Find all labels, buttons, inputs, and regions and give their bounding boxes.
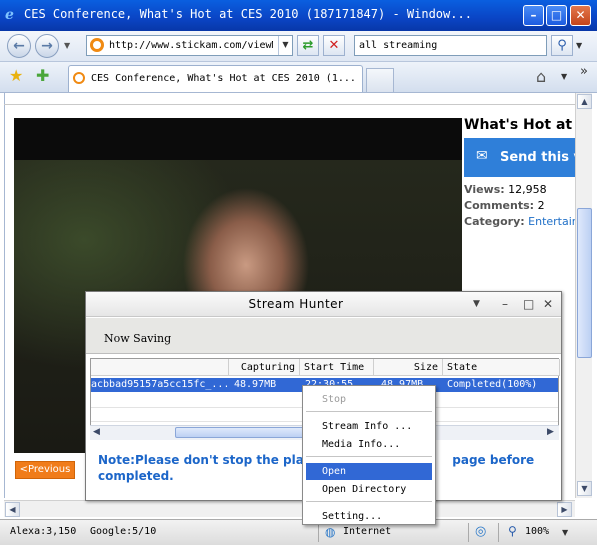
menu-item-setting[interactable]: Setting... xyxy=(306,508,432,525)
minimize-button[interactable]: – xyxy=(523,5,544,26)
sh-minimize-icon[interactable]: – xyxy=(502,297,508,311)
search-options-chevron-icon[interactable]: ▼ xyxy=(576,41,582,50)
stop-button[interactable]: ✕ xyxy=(323,35,345,56)
menu-separator xyxy=(306,501,432,502)
scroll-thumb[interactable] xyxy=(577,208,592,358)
globe-icon: ◍ xyxy=(325,525,336,539)
ie-logo-icon: e xyxy=(5,7,14,23)
google-rank: Google:5/10 xyxy=(90,526,157,537)
address-text[interactable]: http://www.stickam.com/viewM xyxy=(109,40,273,51)
menu-item-stream-info[interactable]: Stream Info ... xyxy=(306,418,432,435)
comments-value: 2 xyxy=(537,199,545,212)
previous-button[interactable]: <Previous xyxy=(15,461,75,479)
navigation-bar: ← → ▼ http://www.stickam.com/viewM ▼ ⇄ ✕… xyxy=(0,31,597,62)
menu-item-open[interactable]: Open xyxy=(306,463,432,480)
menu-item-media-info[interactable]: Media Info... xyxy=(306,436,432,453)
horizontal-scrollbar[interactable]: ◀ ▶ xyxy=(4,500,575,517)
note-text-line2: completed. xyxy=(98,469,174,483)
more-tools-icon[interactable]: » xyxy=(580,64,588,79)
zoom-icon[interactable]: ⚲ xyxy=(508,524,517,538)
list-scroll-left-icon[interactable]: ◀ xyxy=(93,427,100,437)
search-text[interactable]: all streaming xyxy=(359,40,437,51)
row-state: Completed(100%) xyxy=(447,379,538,390)
comments-line: Comments: 2 xyxy=(464,199,545,212)
menu-separator xyxy=(306,411,432,412)
list-scroll-thumb[interactable] xyxy=(175,427,310,438)
home-dropdown-icon[interactable]: ▼ xyxy=(561,72,567,81)
column-header-size[interactable]: Size xyxy=(374,359,443,376)
zoom-dropdown-icon[interactable]: ▼ xyxy=(562,528,568,537)
stream-hunter-title-bar: Stream Hunter ▼ – □ ✕ xyxy=(86,292,561,317)
envelope-icon: ✉ xyxy=(476,148,488,164)
close-button[interactable]: ✕ xyxy=(570,5,591,26)
row-name: acbbad95157a5cc15fc_... xyxy=(91,379,227,390)
scroll-right-icon[interactable]: ▶ xyxy=(557,502,572,517)
address-dropdown-icon[interactable]: ▼ xyxy=(278,36,292,55)
status-separator xyxy=(498,523,499,542)
context-menu: Stop Stream Info ... Media Info... Open … xyxy=(302,385,436,525)
column-header-state[interactable]: State xyxy=(443,359,560,376)
tab-label: CES Conference, What's Hot at CES 2010 (… xyxy=(91,73,356,84)
vertical-scrollbar[interactable]: ▲ ▼ xyxy=(575,93,592,498)
menu-item-stop[interactable]: Stop xyxy=(306,391,432,408)
refresh-button[interactable]: ⇄ xyxy=(297,35,319,56)
status-separator xyxy=(318,523,319,542)
maximize-button[interactable]: □ xyxy=(546,5,567,26)
note-text-tail: page before xyxy=(452,453,535,467)
back-button[interactable]: ← xyxy=(7,34,31,58)
address-field[interactable]: http://www.stickam.com/viewM ▼ xyxy=(86,35,293,56)
tab-favicon-icon xyxy=(73,72,85,84)
status-separator xyxy=(468,523,469,542)
saving-status: Now Saving xyxy=(104,332,172,345)
views-value: 12,958 xyxy=(508,183,547,196)
send-button-label: Send this v xyxy=(500,150,582,165)
row-capturing: 48.97MB xyxy=(234,379,277,390)
category-line: Category: Entertainn xyxy=(464,215,575,228)
column-header-name[interactable] xyxy=(91,359,229,376)
forward-button[interactable]: → xyxy=(35,34,59,58)
sh-maximize-icon[interactable]: □ xyxy=(523,297,534,311)
tab-bar: ★ ✚ CES Conference, What's Hot at CES 20… xyxy=(0,62,597,93)
recent-pages-chevron-icon[interactable]: ▼ xyxy=(64,41,70,50)
category-link[interactable]: Entertainn xyxy=(528,215,575,228)
favorites-star-icon[interactable]: ★ xyxy=(9,68,23,84)
add-favorites-icon[interactable]: ✚ xyxy=(36,68,49,84)
send-video-button[interactable]: ✉ Send this v xyxy=(464,138,582,177)
tab-active[interactable]: CES Conference, What's Hot at CES 2010 (… xyxy=(68,65,363,92)
zoom-level[interactable]: 100% xyxy=(525,526,549,537)
search-field[interactable]: all streaming xyxy=(354,35,547,56)
scroll-up-icon[interactable]: ▲ xyxy=(577,94,592,109)
menu-separator xyxy=(306,456,432,457)
search-button[interactable]: ⚲ xyxy=(551,35,573,56)
scroll-left-icon[interactable]: ◀ xyxy=(5,502,20,517)
stream-hunter-status-panel: Now Saving xyxy=(86,318,561,354)
menu-chevron-icon[interactable]: ▼ xyxy=(473,299,480,309)
security-zone: Internet xyxy=(343,526,392,537)
status-bar: Alexa:3,150 Google:5/10 ◍ Internet ◎ ⚲ 1… xyxy=(0,519,597,545)
stream-hunter-title: Stream Hunter xyxy=(248,297,344,311)
views-line: Views: 12,958 xyxy=(464,183,547,196)
sh-close-icon[interactable]: ✕ xyxy=(543,297,553,311)
note-text: Note:Please don't stop the play xyxy=(98,453,312,467)
column-header-capturing[interactable]: Capturing xyxy=(229,359,300,376)
home-icon[interactable]: ⌂ xyxy=(536,67,546,86)
alexa-rank: Alexa:3,150 xyxy=(10,526,77,537)
content-divider xyxy=(4,104,575,105)
list-scroll-right-icon[interactable]: ▶ xyxy=(547,427,554,437)
window-title-bar: e CES Conference, What's Hot at CES 2010… xyxy=(0,0,597,31)
protected-mode-icon[interactable]: ◎ xyxy=(475,524,486,539)
scroll-down-icon[interactable]: ▼ xyxy=(577,481,592,496)
column-header-start-time[interactable]: Start Time xyxy=(300,359,374,376)
site-favicon-icon xyxy=(90,38,104,52)
menu-item-open-directory[interactable]: Open Directory xyxy=(306,481,432,498)
window-title: CES Conference, What's Hot at CES 2010 (… xyxy=(24,7,472,21)
new-tab-button[interactable] xyxy=(366,68,394,92)
video-title: What's Hot at C xyxy=(464,117,575,133)
